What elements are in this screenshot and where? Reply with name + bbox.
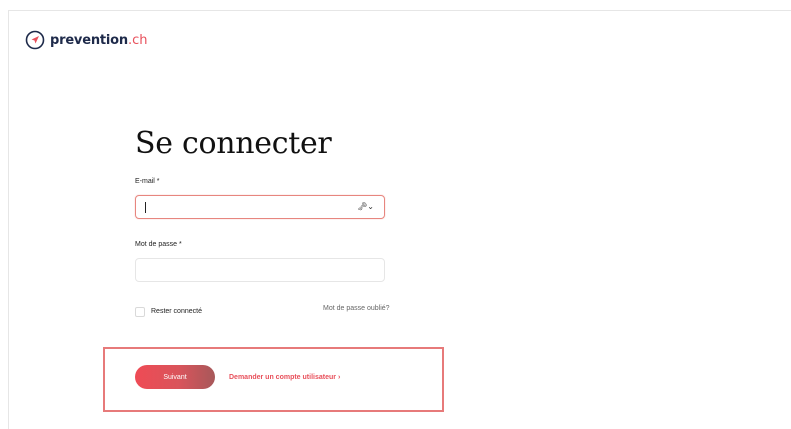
remember-checkbox[interactable] bbox=[135, 307, 145, 317]
brand-tld: .ch bbox=[127, 32, 148, 48]
chevron-right-icon: › bbox=[337, 374, 341, 381]
text-cursor bbox=[145, 202, 146, 213]
email-field[interactable]: 🗝︎⌄ bbox=[135, 195, 385, 219]
window-frame-left bbox=[8, 10, 9, 429]
request-account-link[interactable]: Demander un compte utilisateur › bbox=[229, 374, 340, 381]
page-title: Se connecter bbox=[135, 126, 332, 161]
key-dropdown-icon[interactable]: 🗝︎⌄ bbox=[357, 202, 374, 211]
login-page: prevention .ch Se connecter E-mail * 🗝︎⌄… bbox=[0, 0, 791, 429]
brand-logo[interactable]: prevention .ch bbox=[25, 30, 147, 50]
window-frame-top bbox=[8, 10, 791, 11]
password-field[interactable] bbox=[135, 258, 385, 282]
request-account-label: Demander un compte utilisateur bbox=[229, 374, 336, 381]
next-button[interactable]: Suivant bbox=[135, 365, 215, 389]
email-label: E-mail * bbox=[135, 178, 160, 185]
forgot-password-link[interactable]: Mot de passe oublié? bbox=[323, 305, 390, 312]
compass-arrow-icon bbox=[25, 30, 45, 50]
remember-label[interactable]: Rester connecté bbox=[151, 308, 202, 315]
brand-name: prevention bbox=[50, 32, 128, 48]
password-label: Mot de passe * bbox=[135, 241, 182, 248]
